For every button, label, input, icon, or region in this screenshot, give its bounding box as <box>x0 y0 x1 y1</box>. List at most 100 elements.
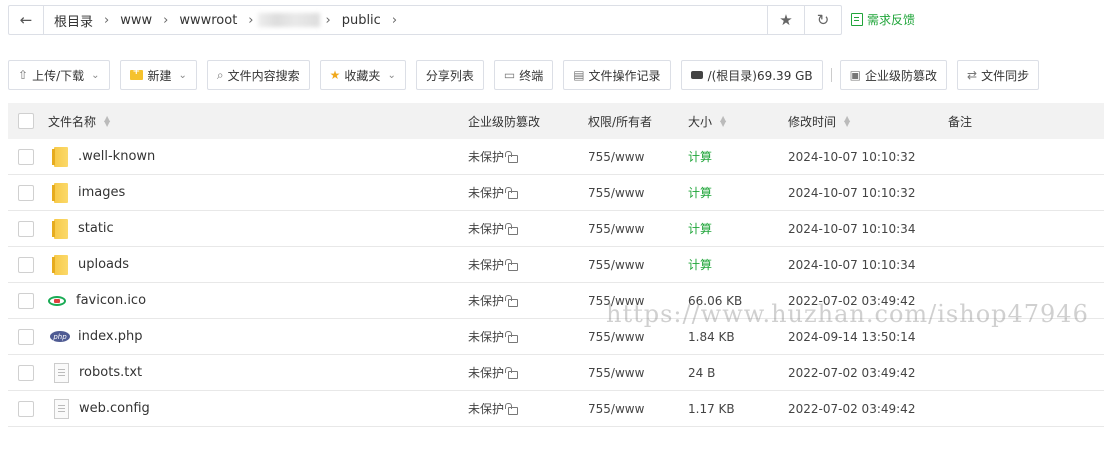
header-tamper: 企业级防篡改 <box>468 114 541 129</box>
breadcrumb-root[interactable]: 根目录 <box>54 11 93 30</box>
file-name-cell[interactable]: .well-known <box>48 146 155 167</box>
disk-button[interactable]: /(根目录)69.39 GB <box>680 60 823 90</box>
permission-owner[interactable]: 755/www <box>588 294 644 308</box>
file-name[interactable]: web.config <box>79 401 150 416</box>
row-checkbox[interactable] <box>18 328 34 345</box>
content-search-button[interactable]: ⌕ 文件内容搜索 <box>206 60 310 90</box>
permission-owner[interactable]: 755/www <box>588 330 644 344</box>
disk-label: /(根目录)69.39 GB <box>707 68 813 83</box>
file-name-cell[interactable]: images <box>48 182 125 203</box>
row-checkbox[interactable] <box>18 364 34 381</box>
folder-icon <box>52 254 68 275</box>
header-modified-time[interactable]: 修改时间 ▲ ▼ <box>788 113 850 130</box>
table-row[interactable]: images 未保护 755/www 计算 2024-10-07 10:10:32 <box>8 175 1104 211</box>
terminal-button[interactable]: ▭ 终端 <box>493 60 554 90</box>
terminal-icon: ▭ <box>503 68 516 82</box>
new-button[interactable]: 新建 ⌄ <box>119 60 197 90</box>
search-icon: ⌕ <box>216 67 224 82</box>
breadcrumb-public[interactable]: public <box>342 13 381 28</box>
table-body: .well-known 未保护 755/www 计算 2024-10-07 10:10:… <box>8 139 1104 427</box>
chevron-right-icon: › <box>104 12 110 28</box>
back-button[interactable]: ← <box>9 6 44 34</box>
tamper-protection-button[interactable]: ▣ 企业级防篡改 <box>839 60 948 90</box>
table-row[interactable]: php index.php 未保护 755/www 1.84 KB 2024-09-14 … <box>8 319 1104 355</box>
file-name-cell[interactable]: robots.txt <box>48 362 142 383</box>
tamper-protection-label: 企业级防篡改 <box>865 68 938 83</box>
calculate-size-link[interactable]: 计算 <box>688 220 712 237</box>
feedback-icon <box>851 13 863 26</box>
file-name[interactable]: uploads <box>78 257 129 272</box>
header-size[interactable]: 大小 ▲ ▼ <box>688 113 726 130</box>
file-name[interactable]: .well-known <box>78 149 155 164</box>
file-name[interactable]: images <box>78 185 125 200</box>
table-row[interactable]: .well-known 未保护 755/www 计算 2024-10-07 10:10:… <box>8 139 1104 175</box>
file-name[interactable]: favicon.ico <box>76 293 146 308</box>
arrow-left-icon: ← <box>19 11 33 29</box>
breadcrumb-wwwroot[interactable]: wwwroot <box>179 13 237 28</box>
unlock-icon[interactable] <box>505 150 519 163</box>
row-checkbox[interactable] <box>18 400 34 417</box>
file-name-cell[interactable]: favicon.ico <box>48 293 146 308</box>
unlock-icon[interactable] <box>505 294 519 307</box>
header-name[interactable]: 文件名称 ▲ ▼ <box>48 113 110 130</box>
table-row[interactable]: uploads 未保护 755/www 计算 2024-10-07 10:10:34 <box>8 247 1104 283</box>
calculate-size-link[interactable]: 计算 <box>688 256 712 273</box>
unlock-icon[interactable] <box>505 186 519 199</box>
file-name[interactable]: static <box>78 221 114 236</box>
tamper-status-label: 未保护 <box>468 258 505 272</box>
permission-owner[interactable]: 755/www <box>588 186 644 200</box>
blurred-breadcrumb-segment <box>257 13 320 27</box>
file-name-cell[interactable]: uploads <box>48 254 129 275</box>
row-checkbox[interactable] <box>18 148 34 165</box>
permission-owner[interactable]: 755/www <box>588 222 644 236</box>
row-checkbox[interactable] <box>18 256 34 273</box>
modified-time: 2024-10-07 10:10:34 <box>788 257 916 272</box>
permission-owner[interactable]: 755/www <box>588 258 644 272</box>
table-row[interactable]: static 未保护 755/www 计算 2024-10-07 10:10:34 <box>8 211 1104 247</box>
tamper-status: 未保护 <box>468 256 519 273</box>
header-permission: 权限/所有者 <box>588 114 653 129</box>
file-sync-button[interactable]: ⇄ 文件同步 <box>957 60 1040 90</box>
permission-owner[interactable]: 755/www <box>588 402 644 416</box>
favorites-label: 收藏夹 <box>344 68 381 83</box>
tamper-status: 未保护 <box>468 220 519 237</box>
share-list-button[interactable]: 分享列表 <box>415 60 484 90</box>
table-row[interactable]: favicon.ico 未保护 755/www 66.06 KB 2022-07-02 … <box>8 283 1104 319</box>
unlock-icon[interactable] <box>505 330 519 343</box>
star-icon: ★ <box>779 11 793 29</box>
file-operation-log-button[interactable]: ▤ 文件操作记录 <box>563 60 671 90</box>
file-name[interactable]: robots.txt <box>79 365 142 380</box>
file-name[interactable]: index.php <box>78 329 142 344</box>
favorite-button[interactable]: ★ <box>767 6 804 34</box>
permission-owner[interactable]: 755/www <box>588 366 644 380</box>
favorites-button[interactable]: ★ 收藏夹 ⌄ <box>319 60 406 90</box>
header-modified-time-label: 修改时间 <box>788 114 837 129</box>
file-name-cell[interactable]: php index.php <box>48 329 142 344</box>
file-table: 文件名称 ▲ ▼ 企业级防篡改 权限/所有者 大小 ▲ ▼ 修改时间 ▲ ▼ 备注 .… <box>8 103 1104 427</box>
chevron-right-icon: › <box>248 12 254 28</box>
upload-download-button[interactable]: ⇧ 上传/下载 ⌄ <box>8 60 110 90</box>
table-header: 文件名称 ▲ ▼ 企业级防篡改 权限/所有者 大小 ▲ ▼ 修改时间 ▲ ▼ 备注 <box>8 103 1104 139</box>
row-checkbox[interactable] <box>18 220 34 237</box>
file-name-cell[interactable]: static <box>48 218 114 239</box>
unlock-icon[interactable] <box>505 258 519 271</box>
unlock-icon[interactable] <box>505 402 519 415</box>
calculate-size-link[interactable]: 计算 <box>688 148 712 165</box>
unlock-icon[interactable] <box>505 222 519 235</box>
table-row[interactable]: robots.txt 未保护 755/www 24 B 2022-07-02 03:49… <box>8 355 1104 391</box>
tamper-status-label: 未保护 <box>468 294 505 308</box>
content-search-label: 文件内容搜索 <box>227 68 300 83</box>
permission-owner[interactable]: 755/www <box>588 150 644 164</box>
feedback-link[interactable]: 需求反馈 <box>851 11 915 28</box>
unlock-icon[interactable] <box>505 366 519 379</box>
row-checkbox[interactable] <box>18 292 34 309</box>
breadcrumb-www[interactable]: www <box>120 13 152 28</box>
refresh-button[interactable]: ↻ <box>804 6 841 34</box>
modified-time: 2024-10-07 10:10:34 <box>788 221 916 236</box>
select-all-checkbox[interactable] <box>18 113 34 129</box>
file-name-cell[interactable]: web.config <box>48 398 150 419</box>
row-checkbox[interactable] <box>18 184 34 201</box>
header-size-label: 大小 <box>688 114 713 129</box>
table-row[interactable]: web.config 未保护 755/www 1.17 KB 2022-07-02 03… <box>8 391 1104 427</box>
calculate-size-link[interactable]: 计算 <box>688 184 712 201</box>
